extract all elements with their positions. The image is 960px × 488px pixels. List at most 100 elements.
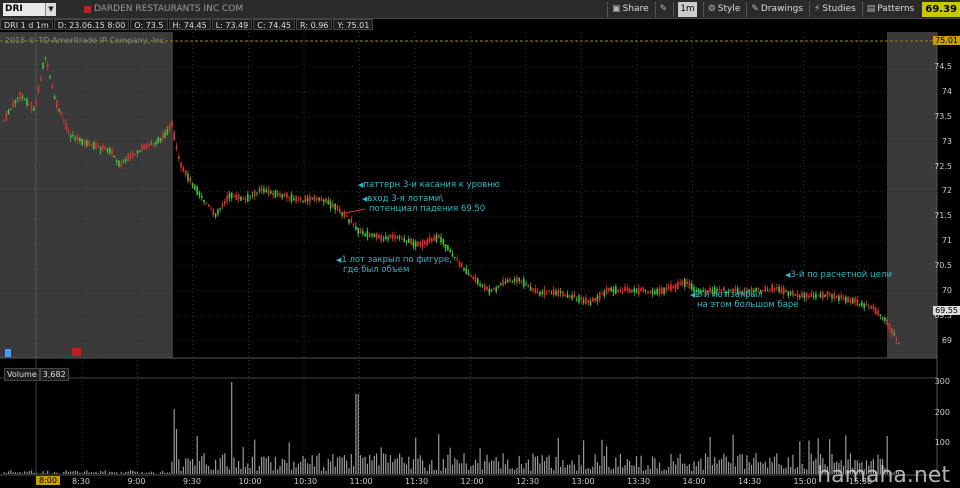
candle-body [686,281,688,284]
volume-bar [431,460,433,474]
candle-body [253,190,256,197]
volume-bar [587,468,589,474]
volume-bar [704,453,707,474]
time-axis-highlight: 8:00 [36,476,60,485]
candle-body [81,138,83,145]
candle-body [605,288,608,294]
time-axis-label: 13:30 [627,477,651,486]
volume-bar [357,394,359,474]
volume-bar [661,470,663,474]
candle-body [302,200,304,202]
volume-bar [716,463,718,474]
volume-bar [8,471,10,474]
volume-bar [415,437,417,474]
candle-body [511,281,514,283]
volume-bar [806,469,808,474]
volume-bar [463,453,465,474]
candle-body [168,125,171,131]
volume-bar [461,463,463,474]
candle-body [644,290,647,292]
volume-bar [270,462,272,474]
candle-body [134,154,136,156]
volume-bar [539,463,541,474]
volume-bar [509,468,511,474]
volume-bar [424,467,426,474]
volume-bar [530,470,532,474]
candle-body [316,198,318,200]
volume-bar [520,464,523,474]
price-axis-label: 73.5 [934,111,952,121]
volume-bar [730,463,732,474]
candle-body [274,190,277,198]
candle-body [355,226,357,230]
volume-bar [284,459,286,474]
volume-bar [589,469,592,474]
volume-bar [619,453,621,474]
volume-bar [247,463,249,474]
volume-bar [387,462,389,474]
candle-body [463,267,465,272]
volume-bar [286,463,288,474]
candle-body [178,156,180,159]
candle-body [608,287,610,291]
volume-bar [205,464,207,474]
candle-body [42,62,44,69]
candle-body [118,161,120,167]
time-axis-label: 14:00 [682,477,706,486]
volume-bar [670,453,672,474]
volume-bar [330,461,332,474]
candle-body [297,199,300,202]
event-icon[interactable] [5,349,11,357]
volume-bar [380,447,382,474]
volume-bar [132,470,134,474]
volume-bar [19,472,21,474]
time-axis-label: 8:30 [72,477,90,486]
candle-body [251,194,254,196]
volume-bar [42,471,44,474]
candle-body [868,305,870,307]
candle-body [184,170,187,176]
candle-body [442,238,445,245]
volume-bar [433,469,435,474]
volume-bar [553,470,555,474]
time-axis-label: 13:00 [571,477,595,486]
volume-bar [497,461,500,474]
volume-bar [555,456,557,474]
candle-body [270,191,272,194]
candle-body [132,152,134,156]
candle-body [656,288,658,294]
earnings-icon[interactable] [72,348,81,356]
volume-bar [295,467,297,474]
candle-body [102,144,104,150]
candle-body [293,198,295,200]
volume-bar [166,472,168,474]
candle-body [150,143,152,145]
volume-bar [297,463,299,474]
volume-bar [454,458,456,474]
candle-body [92,142,95,150]
candle-body [235,194,238,201]
volume-value: 3,682 [39,368,69,381]
volume-bar [35,472,37,474]
candle-body [465,268,468,275]
volume-bar [152,472,155,474]
candle-body [214,214,217,217]
volume-bar [125,472,127,474]
volume-bar [548,455,550,474]
candle-body [872,305,875,310]
volume-bar [346,460,348,474]
candle-body [826,291,829,296]
candle-body [649,291,652,293]
volume-bar [564,467,566,474]
candle-body [171,121,173,127]
candle-body [3,119,5,121]
annotation-lot1-line2: где был объем [343,265,410,275]
volume-bar [249,467,251,474]
candle-body [831,294,833,299]
volume-bar [21,473,23,474]
candle-body [281,194,284,198]
time-axis-label: 12:00 [460,477,484,486]
price-chart[interactable] [0,0,960,488]
volume-bar [599,465,601,474]
candle-body [819,293,822,298]
